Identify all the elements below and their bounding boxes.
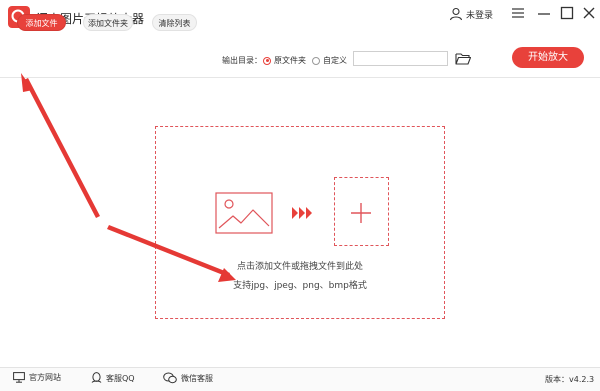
radio-unchecked-icon: [312, 56, 320, 65]
minimize-icon[interactable]: [537, 6, 551, 20]
radio-custom-label: 自定义: [323, 56, 347, 65]
arrows-icon: [292, 207, 312, 219]
wechat-icon: [163, 372, 177, 384]
menu-icon[interactable]: [511, 6, 525, 20]
website-link[interactable]: 官方网站: [13, 372, 61, 383]
wechat-support-link[interactable]: 微信客服: [163, 372, 213, 384]
user-icon: [449, 7, 463, 21]
close-icon[interactable]: [582, 6, 596, 20]
output-directory-label: 输出目录：: [222, 56, 262, 65]
drop-hint: 点击添加文件或拖拽文件到此处: [236, 262, 363, 272]
plus-icon: [351, 203, 371, 223]
add-file-button[interactable]: 添加文件: [17, 14, 66, 31]
version-label: 版本：v4.2.3: [545, 375, 595, 384]
radio-custom[interactable]: 自定义: [312, 55, 347, 66]
qq-icon: [91, 372, 102, 383]
folder-icon[interactable]: [455, 52, 471, 65]
clear-list-button[interactable]: 清除列表: [152, 14, 197, 31]
add-folder-button[interactable]: 添加文件夹: [83, 14, 133, 31]
qq-support-label: 客服QQ: [106, 373, 135, 383]
monitor-icon: [13, 372, 25, 383]
login-label: 未登录: [466, 10, 494, 21]
output-path-input[interactable]: [353, 51, 448, 66]
radio-checked-icon: [263, 56, 271, 65]
supported-formats: 支持jpg、jpeg、png、bmp格式: [233, 281, 367, 291]
radio-source-folder-label: 原文件夹: [274, 56, 306, 65]
image-icon: [215, 192, 273, 234]
wechat-support-label: 微信客服: [181, 373, 213, 383]
start-enlarge-button[interactable]: 开始放大: [512, 47, 584, 68]
status-bar: [0, 367, 600, 391]
login-button[interactable]: 未登录: [449, 6, 493, 22]
qq-support-link[interactable]: 客服QQ: [91, 372, 135, 384]
website-label: 官方网站: [29, 373, 61, 382]
radio-source-folder[interactable]: 原文件夹: [263, 55, 306, 66]
annotation-arrow-up: [21, 73, 100, 218]
maximize-icon[interactable]: [560, 6, 574, 20]
